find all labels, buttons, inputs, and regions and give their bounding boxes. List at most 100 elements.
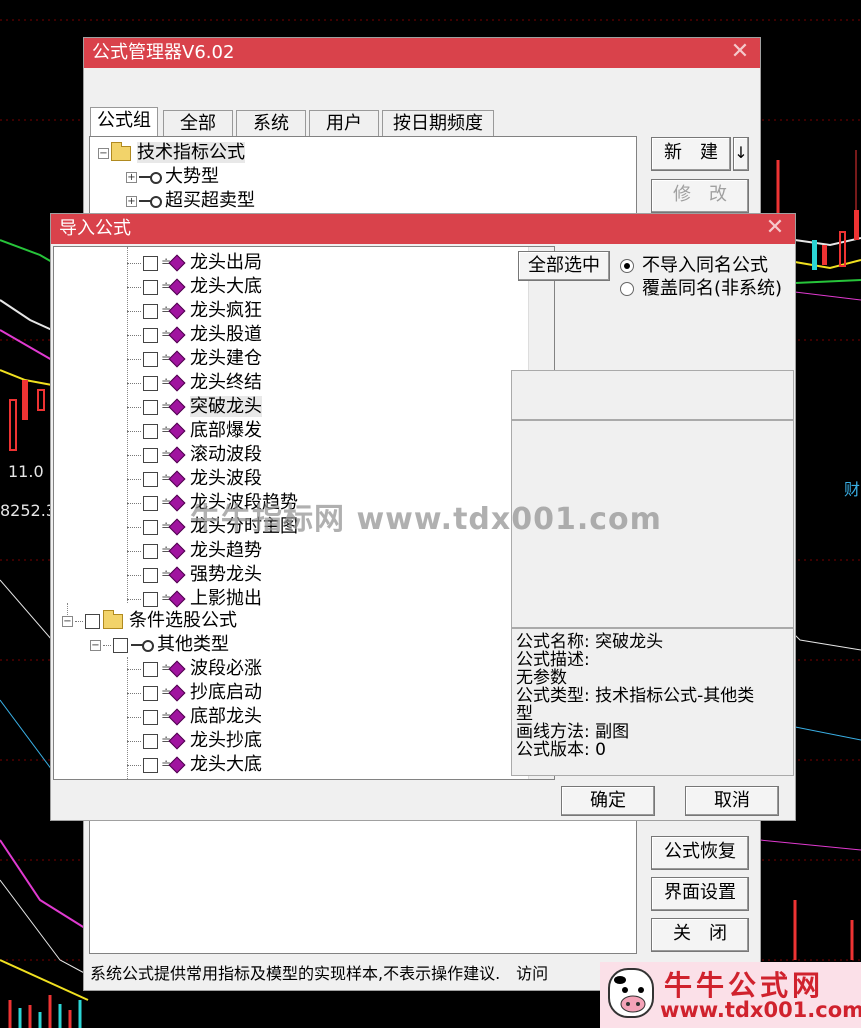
- formula-icon: [161, 274, 185, 298]
- tree-formula-item[interactable]: 龙头波段: [127, 466, 262, 491]
- formula-icon: [161, 586, 185, 610]
- tree-formula-item[interactable]: 抄底启动: [127, 680, 262, 705]
- checkbox[interactable]: [143, 757, 158, 773]
- tree-formula-item[interactable]: 上影抛出: [127, 586, 262, 611]
- tree-connector: [127, 668, 141, 670]
- checkbox[interactable]: [143, 661, 158, 677]
- tree-formula-item[interactable]: 龙头股道: [127, 322, 262, 347]
- checkbox[interactable]: [143, 327, 158, 343]
- formula-info-panel: 公式名称: 突破龙头 公式描述: 无参数 公式类型: 技术指标公式-其他类 型 …: [511, 628, 794, 776]
- collapse-icon[interactable]: −: [90, 639, 101, 651]
- tree-item-label: 底部龙头: [190, 706, 262, 727]
- option-overwrite-same-name[interactable]: 覆盖同名(非系统): [620, 278, 782, 300]
- formula-icon: [161, 752, 185, 776]
- tree-formula-item[interactable]: 龙头趋势: [127, 538, 262, 563]
- formula-icon: [161, 298, 185, 322]
- checkbox[interactable]: [143, 733, 158, 749]
- checkbox[interactable]: [143, 495, 158, 511]
- tree-group-condition[interactable]: − 条件选股公式: [62, 609, 237, 633]
- tab-user[interactable]: 用户: [309, 110, 379, 138]
- checkbox[interactable]: [143, 591, 158, 607]
- checkbox[interactable]: [143, 471, 158, 487]
- tree-formula-item[interactable]: 突破龙头: [127, 394, 262, 419]
- new-dropdown-button[interactable]: ↓: [733, 137, 749, 171]
- radio-icon[interactable]: [620, 259, 634, 273]
- formula-icon: [161, 728, 185, 752]
- formula-icon: [161, 322, 185, 346]
- option-label: 不导入同名公式: [642, 255, 768, 276]
- tree-subgroup-other[interactable]: − 其他类型: [90, 633, 229, 657]
- tree-formula-item[interactable]: 龙头终结: [127, 370, 262, 395]
- checkbox[interactable]: [143, 543, 158, 559]
- tree-item-market[interactable]: + 大势型: [126, 165, 219, 189]
- checkbox[interactable]: [143, 255, 158, 271]
- tree-group-label: 条件选股公式: [129, 610, 237, 631]
- ok-button[interactable]: 确定: [561, 786, 655, 816]
- checkbox[interactable]: [143, 447, 158, 463]
- tree-formula-item[interactable]: 龙头出局: [127, 250, 262, 275]
- expand-icon[interactable]: +: [126, 171, 137, 183]
- info-type-wrap: 型: [516, 704, 533, 724]
- formula-icon: [161, 680, 185, 704]
- checkbox[interactable]: [143, 303, 158, 319]
- tab-date-frequency[interactable]: 按日期频度: [382, 110, 494, 138]
- select-all-button[interactable]: 全部选中: [518, 251, 610, 281]
- checkbox[interactable]: [143, 685, 158, 701]
- checkbox[interactable]: [143, 351, 158, 367]
- tree-formula-item[interactable]: 龙头建仓: [127, 346, 262, 371]
- manager-close-icon[interactable]: ✕: [728, 38, 752, 68]
- tree-formula-item[interactable]: 底部龙头: [127, 704, 262, 729]
- tab-system[interactable]: 系统: [236, 110, 306, 138]
- tree-formula-item[interactable]: 强势龙头: [127, 562, 262, 587]
- checkbox[interactable]: [143, 375, 158, 391]
- site-logo: 牛牛公式网 www.tdx001.com: [600, 962, 861, 1028]
- tree-formula-item[interactable]: 底部爆发: [127, 418, 262, 443]
- checkbox[interactable]: [143, 423, 158, 439]
- tree-formula-item[interactable]: 龙头疯狂: [127, 298, 262, 323]
- option-skip-same-name[interactable]: 不导入同名公式: [620, 255, 768, 277]
- tree-root-technical[interactable]: − 技术指标公式: [98, 141, 245, 165]
- collapse-icon[interactable]: −: [62, 615, 73, 627]
- key-icon: [131, 639, 154, 652]
- tree-item-label: 龙头抄底: [190, 730, 262, 751]
- new-button[interactable]: 新 建: [651, 137, 731, 171]
- cancel-button[interactable]: 取消: [685, 786, 779, 816]
- collapse-icon[interactable]: −: [98, 147, 109, 159]
- logo-url: www.tdx001.com: [660, 998, 861, 1022]
- value-label: 8252.3: [0, 501, 56, 520]
- ui-settings-button[interactable]: 界面设置: [651, 877, 749, 911]
- checkbox[interactable]: [113, 637, 128, 653]
- expand-icon[interactable]: +: [126, 195, 137, 207]
- tree-connector: [127, 310, 141, 312]
- checkbox[interactable]: [143, 399, 158, 415]
- tree-formula-item[interactable]: 滚动波段: [127, 442, 262, 467]
- folder-icon: [111, 141, 131, 161]
- checkbox[interactable]: [85, 613, 100, 629]
- tree-item-label: 龙头波段: [190, 468, 262, 489]
- tree-formula-item[interactable]: 龙头大底: [127, 752, 262, 777]
- formula-icon: [161, 250, 185, 274]
- manager-close-button[interactable]: 关 闭: [651, 918, 749, 952]
- checkbox[interactable]: [143, 519, 158, 535]
- tree-item-label: 超买超卖型: [165, 190, 255, 211]
- info-type: 公式类型: 技术指标公式-其他类: [516, 686, 755, 706]
- formula-icon: [161, 562, 185, 586]
- checkbox[interactable]: [143, 279, 158, 295]
- tab-all[interactable]: 全部: [163, 110, 233, 138]
- checkbox[interactable]: [143, 709, 158, 725]
- tree-item-overbought[interactable]: + 超买超卖型: [126, 189, 255, 213]
- formula-restore-button[interactable]: 公式恢复: [651, 836, 749, 870]
- formula-icon: [161, 442, 185, 466]
- tree-connector: [127, 502, 141, 504]
- checkbox[interactable]: [143, 567, 158, 583]
- modify-button[interactable]: 修 改: [651, 179, 749, 213]
- tab-formula-group[interactable]: 公式组: [90, 107, 158, 138]
- import-close-icon[interactable]: ✕: [763, 214, 787, 244]
- tree-formula-item[interactable]: 龙头抄底: [127, 728, 262, 753]
- tree-connector: [127, 478, 141, 480]
- import-title: 导入公式: [59, 218, 131, 239]
- tree-formula-item[interactable]: 龙头大底: [127, 274, 262, 299]
- radio-icon[interactable]: [620, 282, 634, 296]
- tree-formula-item[interactable]: 波段必涨: [127, 656, 262, 681]
- tree-item-label: 大势型: [165, 166, 219, 187]
